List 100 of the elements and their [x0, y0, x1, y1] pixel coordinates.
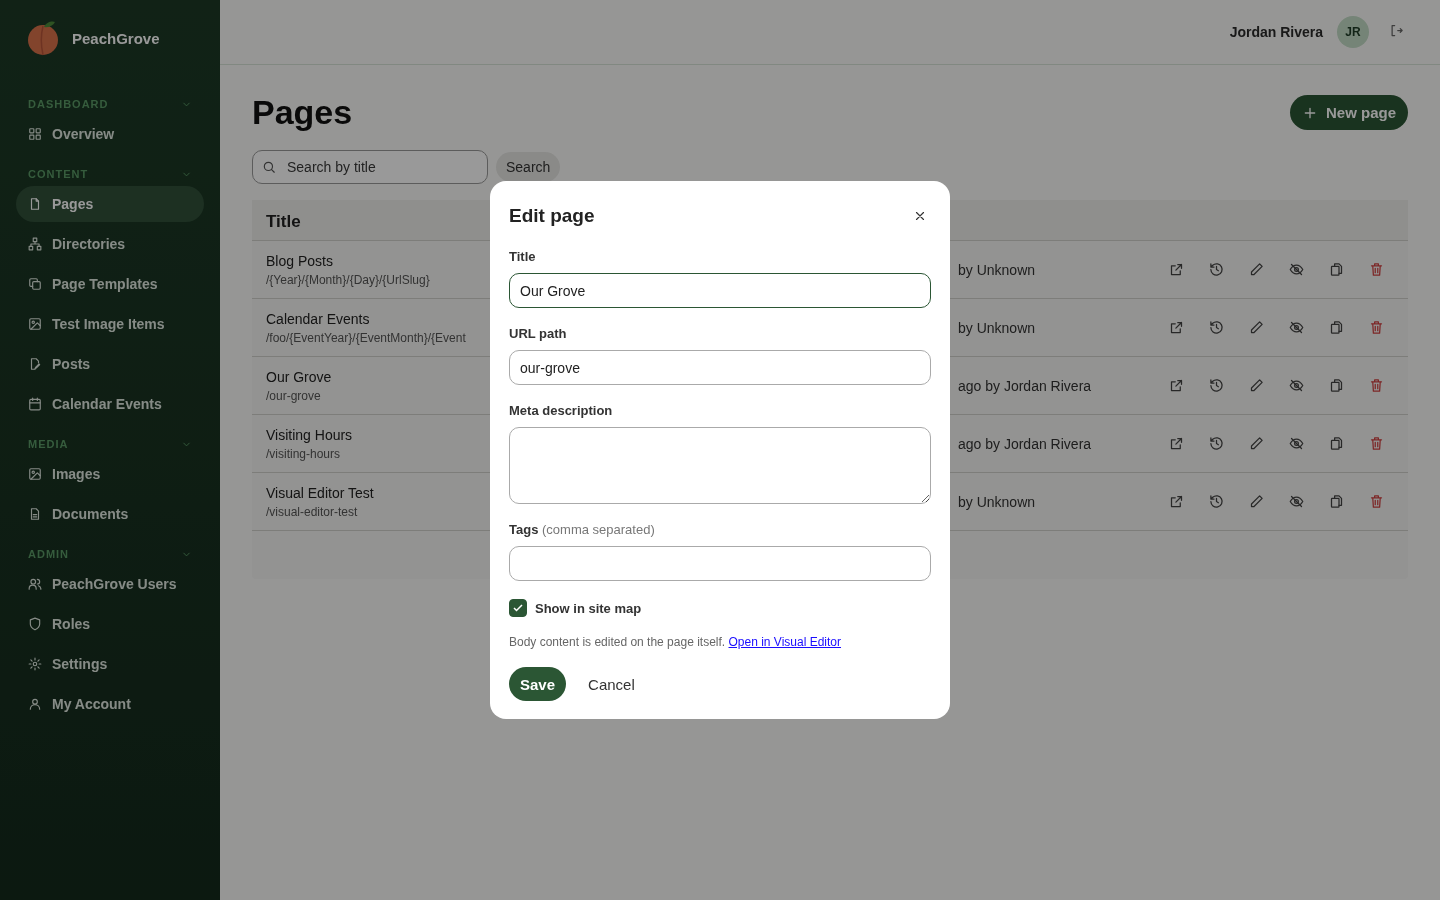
meta-description-field[interactable]	[509, 427, 931, 504]
grid-icon	[28, 127, 42, 141]
external-link-icon	[1168, 494, 1184, 509]
sidebar-item[interactable]: Roles	[16, 606, 204, 642]
brand-name: PeachGrove	[72, 29, 160, 47]
trash-icon	[1368, 320, 1384, 335]
search-button[interactable]: Search	[496, 152, 561, 182]
section-label: MEDIA	[28, 438, 69, 450]
sidebar-item[interactable]: Settings	[16, 646, 204, 682]
pencil-icon	[1248, 494, 1264, 509]
trash-icon	[1368, 378, 1384, 393]
updated-cell-text: ago by Jordan Rivera	[957, 377, 1093, 394]
eye-slash-icon	[1288, 494, 1304, 509]
sidebar-item[interactable]: Pages	[16, 186, 204, 222]
settings-icon	[28, 657, 42, 671]
text-input-field[interactable]	[509, 546, 931, 581]
sidebar-item[interactable]: Documents	[16, 496, 204, 532]
shield-icon	[28, 617, 42, 631]
document-icon	[28, 507, 42, 521]
sidebar-item[interactable]: Images	[16, 456, 204, 492]
section-label: ADMIN	[28, 548, 70, 560]
field-label: Tags (comma separated)	[509, 522, 656, 537]
search-field[interactable]: Search by title	[252, 150, 488, 184]
external-link-icon	[1168, 436, 1184, 451]
close-icon	[913, 209, 927, 223]
users-icon	[28, 577, 42, 591]
field-label: URL path	[509, 326, 568, 341]
copy-icon	[1328, 436, 1344, 451]
hierarchy-icon	[28, 237, 42, 251]
updated-cell-text: ago by Jordan Rivera	[957, 435, 1093, 452]
logout-icon	[1389, 22, 1404, 38]
history-icon	[1208, 436, 1224, 451]
copy-icon	[1328, 494, 1344, 509]
page-title: Pages	[252, 93, 353, 132]
sidebar-item[interactable]: My Account	[16, 686, 204, 722]
field-label: Title	[509, 249, 537, 264]
file-pen-icon	[28, 357, 42, 371]
checkbox-label: Show in site map	[535, 600, 642, 616]
user-name: Jordan Rivera	[1229, 24, 1323, 40]
user-avatar[interactable]: JR	[1337, 16, 1369, 48]
trash-icon	[1368, 436, 1384, 451]
page-path: /{Year}/{Month}/{Day}/{UrlSlug}	[266, 272, 431, 287]
peach-logo-icon	[26, 20, 60, 56]
copy-icon	[1328, 378, 1344, 393]
pencil-icon	[1248, 378, 1264, 393]
pencil-icon	[1248, 436, 1264, 451]
page-title-cell-text: Visual Editor Test	[266, 484, 375, 501]
trash-icon	[1368, 262, 1384, 277]
field-label: Meta description	[509, 403, 614, 418]
calendar-icon	[28, 397, 42, 411]
column-header: Title	[265, 211, 302, 233]
section-label: CONTENT	[28, 168, 89, 180]
eye-slash-icon	[1288, 320, 1304, 335]
page-title-cell-text: Blog Posts	[266, 252, 334, 269]
page-path: /foo/{EventYear}/{EventMonth}/{Event	[266, 330, 467, 345]
copy-icon	[1328, 320, 1344, 335]
text-input-field[interactable]: Our Grove	[509, 273, 931, 308]
sidebar-item[interactable]: Calendar Events	[16, 386, 204, 422]
save-button[interactable]: Save	[509, 667, 567, 701]
image-icon	[28, 467, 42, 481]
sidebar-item[interactable]: Test Image Items	[16, 306, 204, 342]
file-icon	[28, 197, 42, 211]
eye-slash-icon	[1288, 378, 1304, 393]
copy-icon	[1328, 262, 1344, 277]
sidebar-item[interactable]: Posts	[16, 346, 204, 382]
page-title-cell-text: Our Grove	[266, 368, 333, 385]
checkbox[interactable]	[509, 599, 527, 617]
eye-slash-icon	[1288, 262, 1304, 277]
page-title-cell-text: Visiting Hours	[266, 426, 354, 443]
history-icon	[1208, 378, 1224, 393]
copy-icon	[28, 277, 42, 291]
external-link-icon	[1168, 262, 1184, 277]
sidebar-item[interactable]: Directories	[16, 226, 204, 262]
history-icon	[1208, 262, 1224, 277]
check-icon	[512, 602, 524, 614]
new-page-button[interactable]: New page	[1289, 95, 1408, 130]
section-label: DASHBOARD	[28, 98, 109, 110]
cancel-button[interactable]: Cancel	[580, 669, 643, 699]
visual-editor-link[interactable]: Open in Visual Editor	[728, 635, 841, 649]
pencil-icon	[1248, 262, 1264, 277]
body-content-note: Body content is edited on the page itself. Open in Visual Editor	[509, 635, 842, 649]
external-link-icon	[1168, 320, 1184, 335]
updated-cell-text: by Unknown	[957, 493, 1037, 510]
sidebar-item[interactable]: Overview	[16, 116, 204, 152]
history-icon	[1208, 494, 1224, 509]
eye-slash-icon	[1288, 436, 1304, 451]
external-link-icon	[1168, 378, 1184, 393]
page-path: /visiting-hours	[266, 446, 342, 461]
trash-icon	[1368, 494, 1384, 509]
history-icon	[1208, 320, 1224, 335]
text-input-field[interactable]: our-grove	[509, 350, 931, 385]
sidebar-item[interactable]: PeachGrove Users	[16, 566, 204, 602]
dialog-title: Edit page	[509, 205, 595, 227]
sidebar-item[interactable]: Page Templates	[16, 266, 204, 302]
updated-cell-text: by Unknown	[957, 319, 1037, 336]
page-path: /visual-editor-test	[266, 504, 359, 519]
updated-cell-text: by Unknown	[957, 261, 1037, 278]
page-path: /our-grove	[266, 388, 322, 403]
image-icon	[28, 317, 42, 331]
user-icon	[28, 697, 42, 711]
